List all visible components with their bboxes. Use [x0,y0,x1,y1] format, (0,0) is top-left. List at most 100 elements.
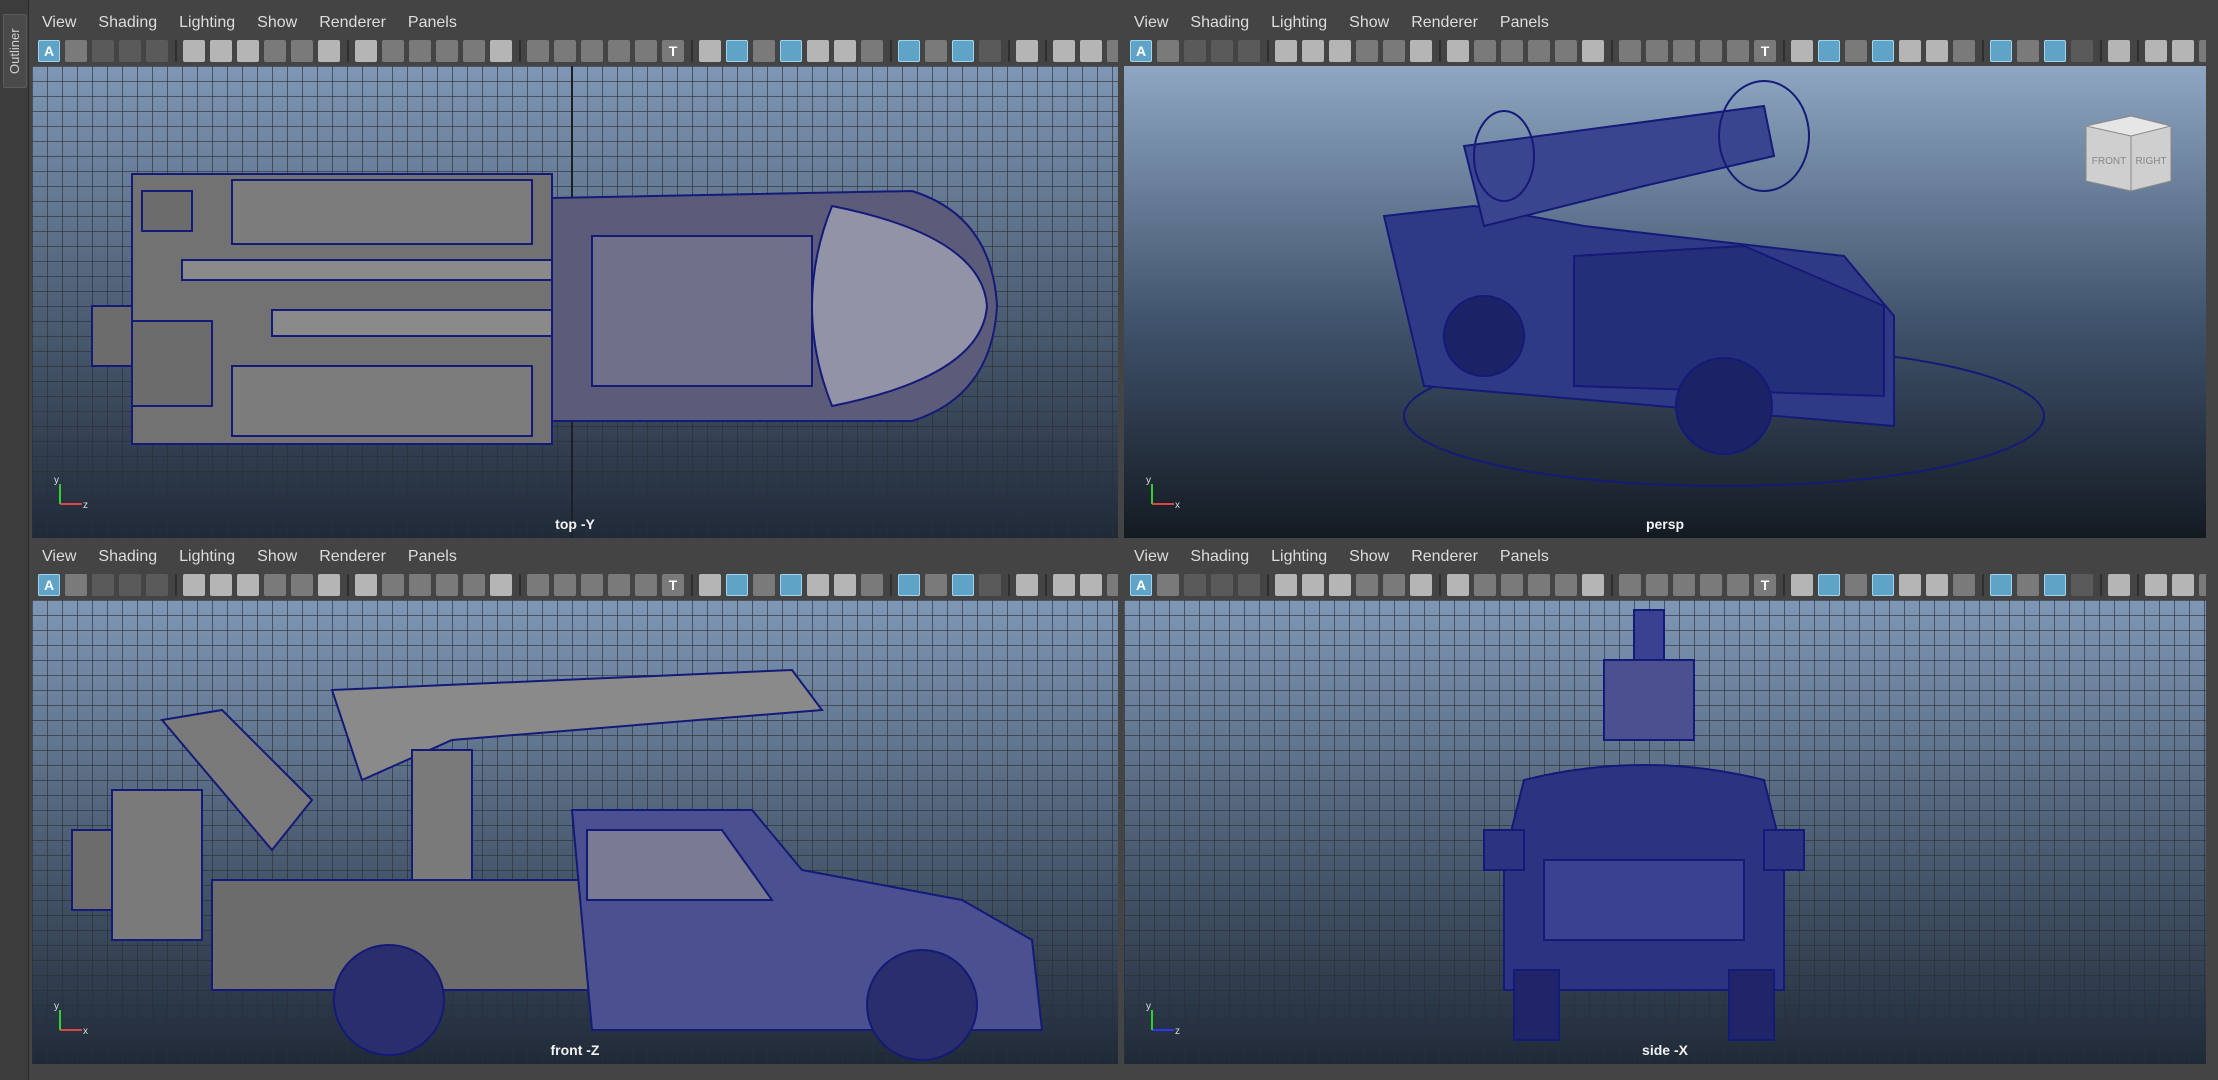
toolbar-tool-icon[interactable] [1646,574,1668,596]
menu-lighting[interactable]: Lighting [179,14,235,32]
toolbar-tool-icon[interactable] [1555,40,1577,62]
toolbar-tool-icon[interactable] [753,574,775,596]
toolbar-tool-icon[interactable] [291,40,313,62]
toolbar-tool-icon[interactable] [608,574,630,596]
toolbar-tool-icon[interactable] [1447,574,1469,596]
toolbar-tool-icon[interactable] [726,574,748,596]
toolbar-tool-icon[interactable] [726,40,748,62]
toolbar-tool-icon[interactable] [1899,40,1921,62]
toolbar-tool-icon[interactable] [1275,40,1297,62]
toolbar-tool-icon[interactable] [554,574,576,596]
toolbar-tool-icon[interactable] [1410,40,1432,62]
toolbar-tool-icon[interactable] [237,574,259,596]
toolbar-tool-icon[interactable] [635,574,657,596]
toolbar-tool-icon[interactable] [1410,574,1432,596]
toolbar-tool-icon[interactable] [318,40,340,62]
toolbar-tool-icon[interactable] [2172,574,2194,596]
viewport-persp[interactable]: FRONT RIGHT yx persp [1124,66,2206,538]
toolbar-tool-icon[interactable] [780,40,802,62]
toolbar-tool-icon[interactable] [898,40,920,62]
toolbar-tool-icon[interactable] [1383,574,1405,596]
toolbar-tool-icon[interactable] [1619,574,1641,596]
toolbar-tool-icon[interactable] [264,574,286,596]
menu-show[interactable]: Show [257,548,297,566]
toolbar-tool-icon[interactable] [1791,40,1813,62]
text-icon[interactable]: T [662,574,684,596]
viewport-top[interactable]: yz top -Y [32,66,1118,538]
toolbar-tool-icon[interactable] [1528,40,1550,62]
toolbar-tool-icon[interactable] [2172,40,2194,62]
toolbar-tool-icon[interactable] [1211,574,1233,596]
toolbar-tool-icon[interactable] [463,40,485,62]
toolbar-tool-icon[interactable] [1673,40,1695,62]
menu-view[interactable]: View [1134,548,1168,566]
toolbar-tool-icon[interactable] [2108,40,2130,62]
toolbar-tool-icon[interactable] [1474,40,1496,62]
toolbar-tool-icon[interactable] [1053,574,1075,596]
menu-view[interactable]: View [42,548,76,566]
toolbar-tool-icon[interactable] [807,574,829,596]
toolbar-tool-icon[interactable] [1053,40,1075,62]
toolbar-tool-icon[interactable] [119,574,141,596]
toolbar-tool-icon[interactable] [1329,574,1351,596]
toolbar-tool-icon[interactable] [409,574,431,596]
menu-renderer[interactable]: Renderer [1411,14,1478,32]
toolbar-tool-icon[interactable] [1700,574,1722,596]
toolbar-tool-icon[interactable] [2071,574,2093,596]
toolbar-tool-icon[interactable] [436,574,458,596]
toolbar-tool-icon[interactable] [2199,574,2206,596]
toolbar-tool-icon[interactable] [146,40,168,62]
toolbar-tool-icon[interactable] [1899,574,1921,596]
toolbar-tool-icon[interactable] [635,40,657,62]
menu-lighting[interactable]: Lighting [1271,14,1327,32]
toolbar-tool-icon[interactable] [1845,574,1867,596]
toolbar-tool-icon[interactable] [1791,574,1813,596]
toolbar-tool-icon[interactable] [1727,40,1749,62]
toolbar-tool-icon[interactable] [1555,574,1577,596]
text-icon[interactable]: T [1754,574,1776,596]
toolbar-tool-icon[interactable] [1302,574,1324,596]
toolbar-tool-icon[interactable] [699,40,721,62]
text-icon[interactable]: T [1754,40,1776,62]
toolbar-tool-icon[interactable] [382,574,404,596]
menu-lighting[interactable]: Lighting [179,548,235,566]
auto-select-icon[interactable]: A [38,574,60,596]
toolbar-tool-icon[interactable] [581,574,603,596]
toolbar-tool-icon[interactable] [1275,574,1297,596]
toolbar-tool-icon[interactable] [608,40,630,62]
outliner-tab[interactable]: Outliner [0,0,29,1080]
menu-show[interactable]: Show [1349,14,1389,32]
toolbar-tool-icon[interactable] [65,40,87,62]
toolbar-tool-icon[interactable] [1016,574,1038,596]
toolbar-tool-icon[interactable] [291,574,313,596]
toolbar-tool-icon[interactable] [264,40,286,62]
auto-select-icon[interactable]: A [1130,574,1152,596]
toolbar-tool-icon[interactable] [780,574,802,596]
toolbar-tool-icon[interactable] [490,40,512,62]
menu-view[interactable]: View [1134,14,1168,32]
toolbar-tool-icon[interactable] [1238,40,1260,62]
toolbar-tool-icon[interactable] [952,574,974,596]
toolbar-tool-icon[interactable] [210,40,232,62]
toolbar-tool-icon[interactable] [1926,574,1948,596]
toolbar-tool-icon[interactable] [2044,574,2066,596]
menu-shading[interactable]: Shading [1190,14,1249,32]
toolbar-tool-icon[interactable] [1953,40,1975,62]
toolbar-tool-icon[interactable] [1184,574,1206,596]
toolbar-tool-icon[interactable] [1582,574,1604,596]
toolbar-tool-icon[interactable] [861,40,883,62]
toolbar-tool-icon[interactable] [2199,40,2206,62]
toolbar-tool-icon[interactable] [898,574,920,596]
toolbar-tool-icon[interactable] [2017,574,2039,596]
menu-renderer[interactable]: Renderer [319,548,386,566]
toolbar-tool-icon[interactable] [183,40,205,62]
toolbar-tool-icon[interactable] [2017,40,2039,62]
toolbar-tool-icon[interactable] [1818,574,1840,596]
toolbar-tool-icon[interactable] [699,574,721,596]
menu-panels[interactable]: Panels [408,14,457,32]
menu-panels[interactable]: Panels [408,548,457,566]
toolbar-tool-icon[interactable] [2071,40,2093,62]
viewport-panel-front[interactable]: View Shading Lighting Show Renderer Panels AT [32,544,1118,1064]
toolbar-tool-icon[interactable] [1080,574,1102,596]
toolbar-tool-icon[interactable] [1238,574,1260,596]
